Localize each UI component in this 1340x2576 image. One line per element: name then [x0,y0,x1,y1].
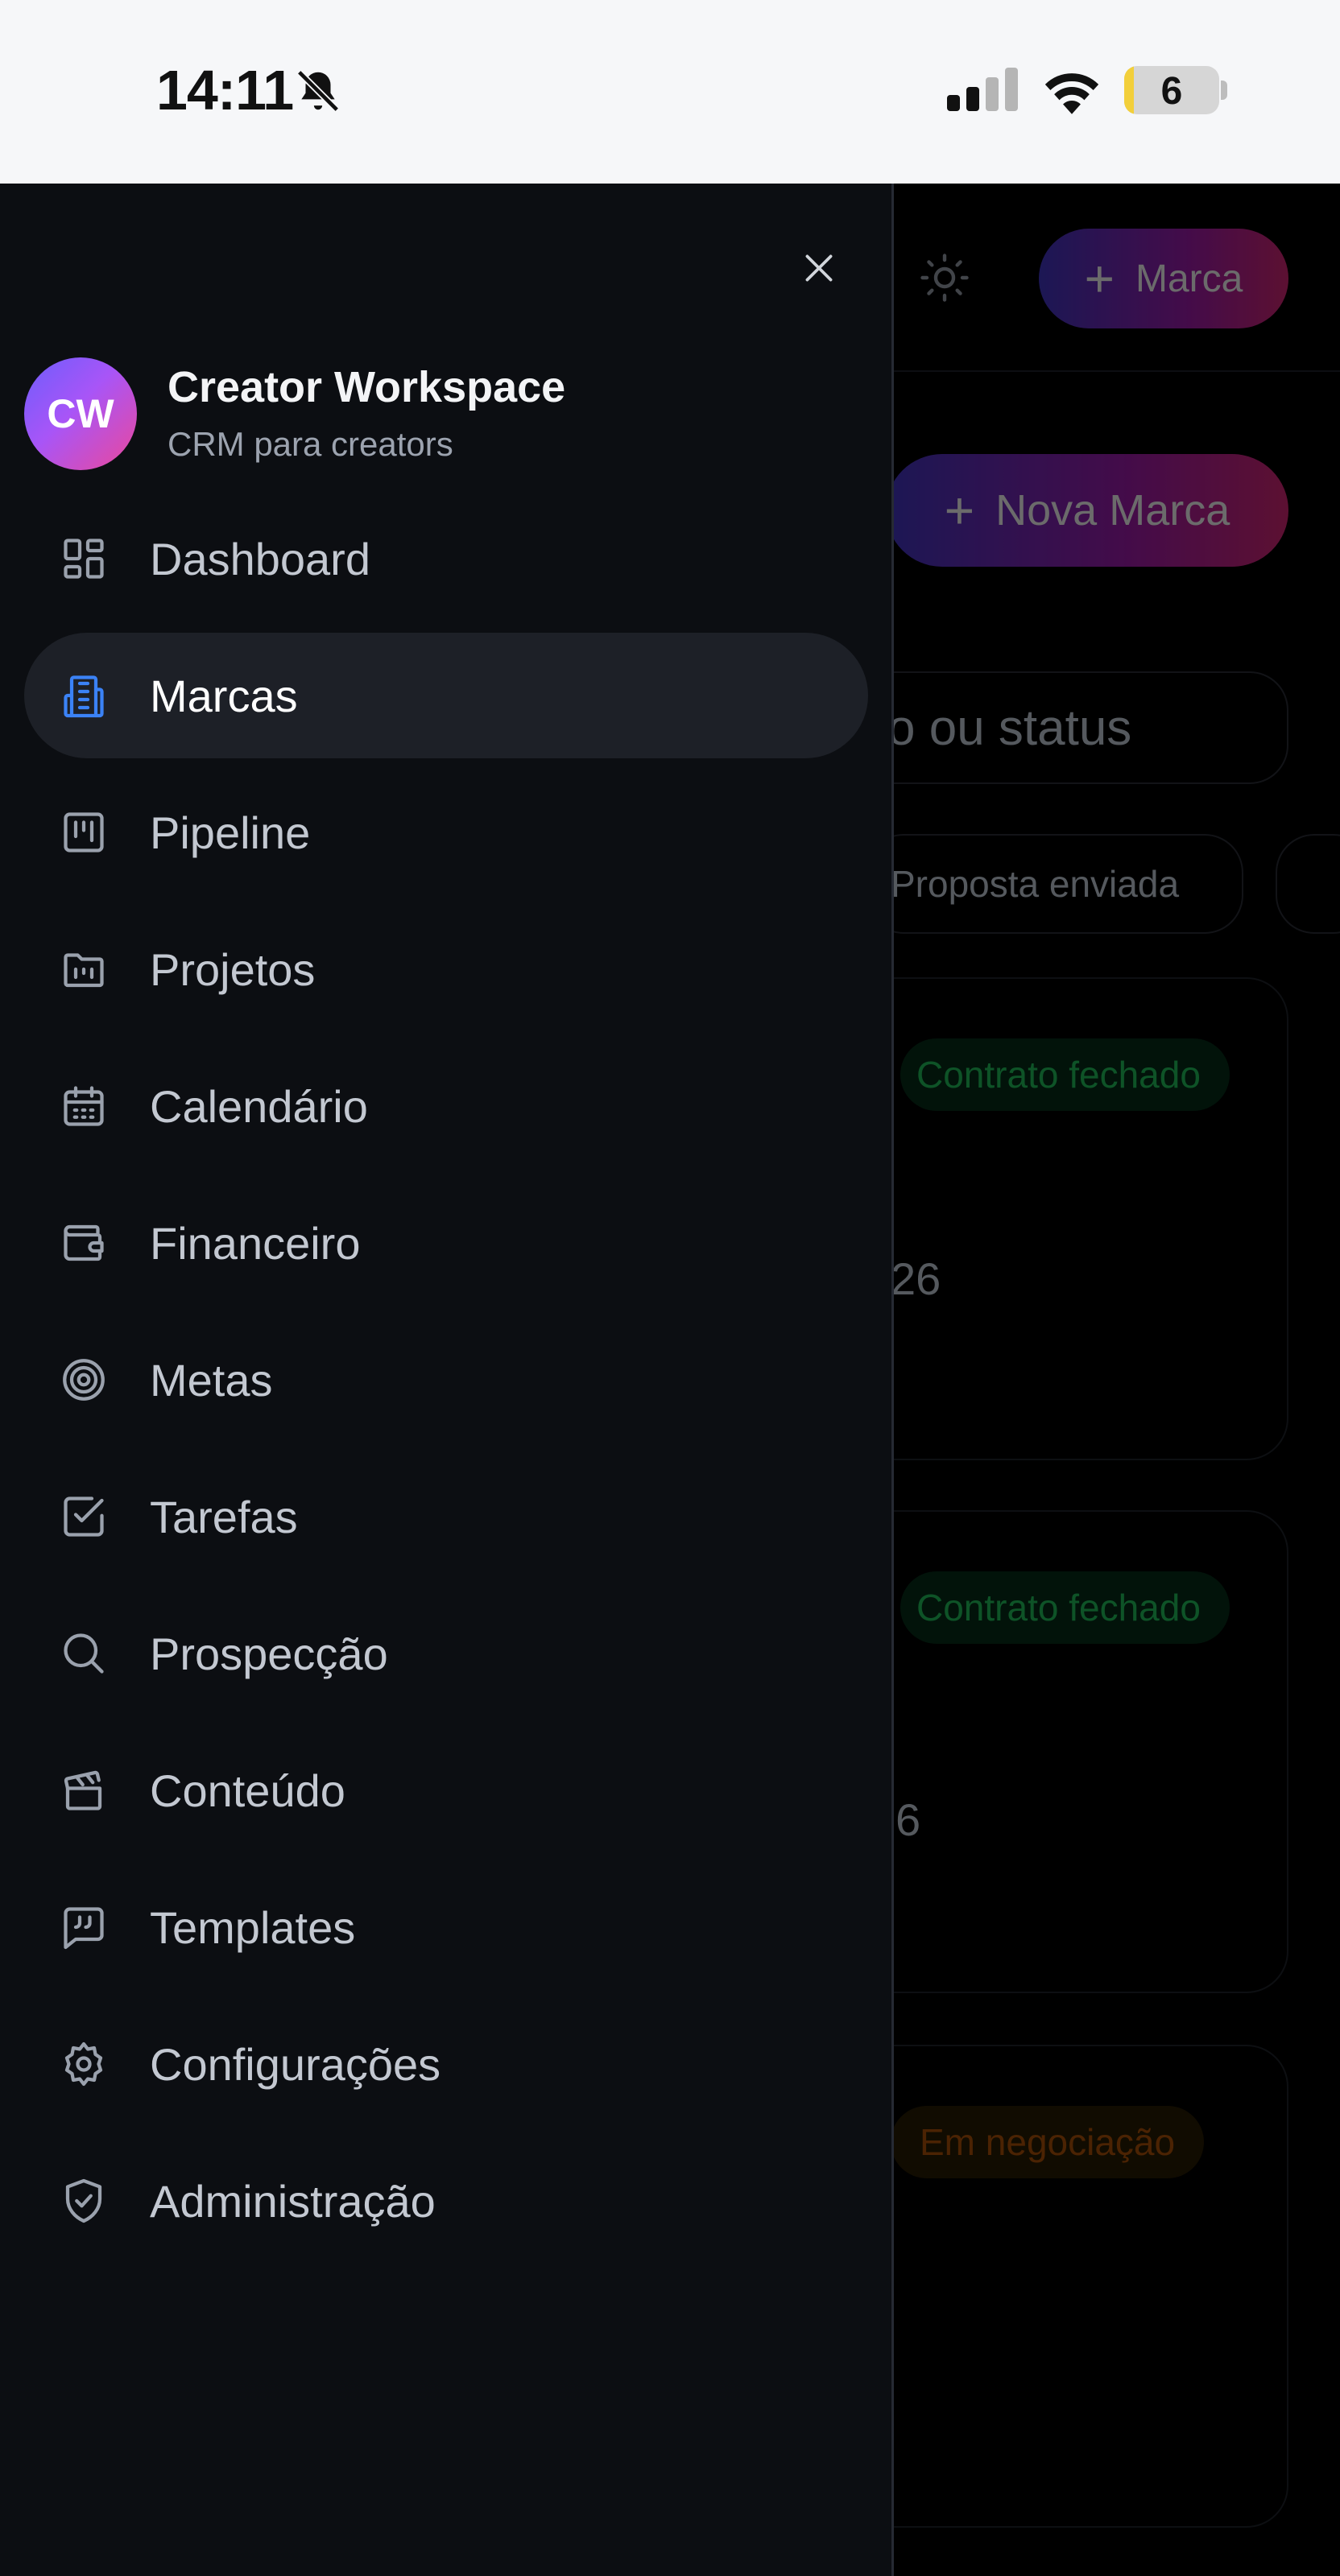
nav-item-configuracoes[interactable]: Configurações [24,2001,868,2127]
battery-cap [1221,80,1227,100]
nav-item-calendario[interactable]: Calendário [24,1043,868,1169]
add-brand-button[interactable]: + Marca [1039,229,1288,328]
search-placeholder: o ou status [887,700,1132,756]
kanban-icon [64,812,104,852]
bell-slash-icon [296,69,340,113]
nav-item-projetos[interactable]: Projetos [24,906,868,1032]
nav-label: Tarefas [150,1492,298,1542]
close-button[interactable] [786,235,852,301]
wifi-icon [1044,73,1099,114]
nav-item-templates[interactable]: Templates [24,1864,868,1990]
nav-item-marcas[interactable]: Marcas [24,633,868,758]
wallet-icon [64,1224,104,1261]
filter-chip-next[interactable] [1276,834,1340,934]
workspace-avatar[interactable]: CW [24,357,137,470]
calendar-icon [64,1086,104,1126]
nav-item-pipeline[interactable]: Pipeline [24,770,868,895]
card-number: 26 [891,1253,941,1304]
filter-chip-label: Proposta enviada [891,863,1180,905]
status-badge: Contrato fechado [900,1571,1230,1644]
brand-card[interactable]: Contrato fechado 26 [838,977,1288,1460]
header-divider [894,370,1340,372]
search-input[interactable]: o ou status [838,671,1288,784]
nav-item-tarefas[interactable]: Tarefas [24,1454,868,1579]
new-brand-label: Nova Marca [995,486,1230,535]
nav-label: Calendário [150,1081,368,1132]
workspace-name: Creator Workspace [168,363,566,411]
battery-icon: 6 [1124,66,1219,114]
nav-label: Metas [150,1355,273,1406]
building-icon [64,675,104,718]
nav-label: Configurações [150,2039,441,2090]
gear-icon [64,2041,103,2087]
nav-label: Dashboard [150,534,370,584]
search-icon [64,1633,104,1674]
brand-card[interactable]: Contrato fechado 6 [838,1510,1288,1993]
plus-icon: + [944,481,975,539]
add-brand-label: Marca [1135,257,1243,300]
nav-item-administracao[interactable]: Administração [24,2138,868,2264]
nav-label: Pipeline [150,807,311,858]
target-icon [63,1359,105,1401]
nav-item-metas[interactable]: Metas [24,1317,868,1443]
nav-label: Prospecção [150,1629,388,1679]
nav-label: Administração [150,2176,436,2227]
status-time: 14:11 [156,59,294,122]
message-quote-icon [64,1907,104,1950]
nav-item-dashboard[interactable]: Dashboard [24,496,868,621]
status-badge: Contrato fechado [900,1038,1230,1111]
dashboard-icon [64,539,104,579]
workspace-subtitle: CRM para creators [168,425,453,463]
nav-label: Financeiro [150,1218,361,1269]
clapperboard-icon [64,1770,102,1810]
nav-label: Projetos [150,944,316,995]
nav-item-conteudo[interactable]: Conteúdo [24,1728,868,1853]
checkbox-icon [64,1496,104,1537]
close-icon [805,254,833,282]
signal-icon [947,68,1018,111]
status-bar: 14:11 6 [0,0,1340,184]
navigation-drawer: CW Creator Workspace CRM para creators D… [0,184,894,2576]
nav-label: Templates [150,1902,356,1953]
card-number: 6 [895,1794,921,1845]
plus-icon: + [1084,250,1115,308]
sun-icon[interactable] [918,251,971,304]
battery-level: 6 [1160,70,1183,113]
filter-chip[interactable]: Proposta enviada [865,834,1243,934]
status-badge: Em negociação [891,2106,1205,2178]
nav-label: Conteúdo [150,1765,345,1816]
folder-icon [64,953,104,988]
new-brand-button[interactable]: + Nova Marca [886,454,1288,567]
brand-card[interactable]: Em negociação [838,2045,1288,2528]
shield-check-icon [65,2178,102,2223]
nav-label: Marcas [150,671,298,721]
nav-item-financeiro[interactable]: Financeiro [24,1180,868,1306]
nav-item-prospeccao[interactable]: Prospecção [24,1591,868,1716]
